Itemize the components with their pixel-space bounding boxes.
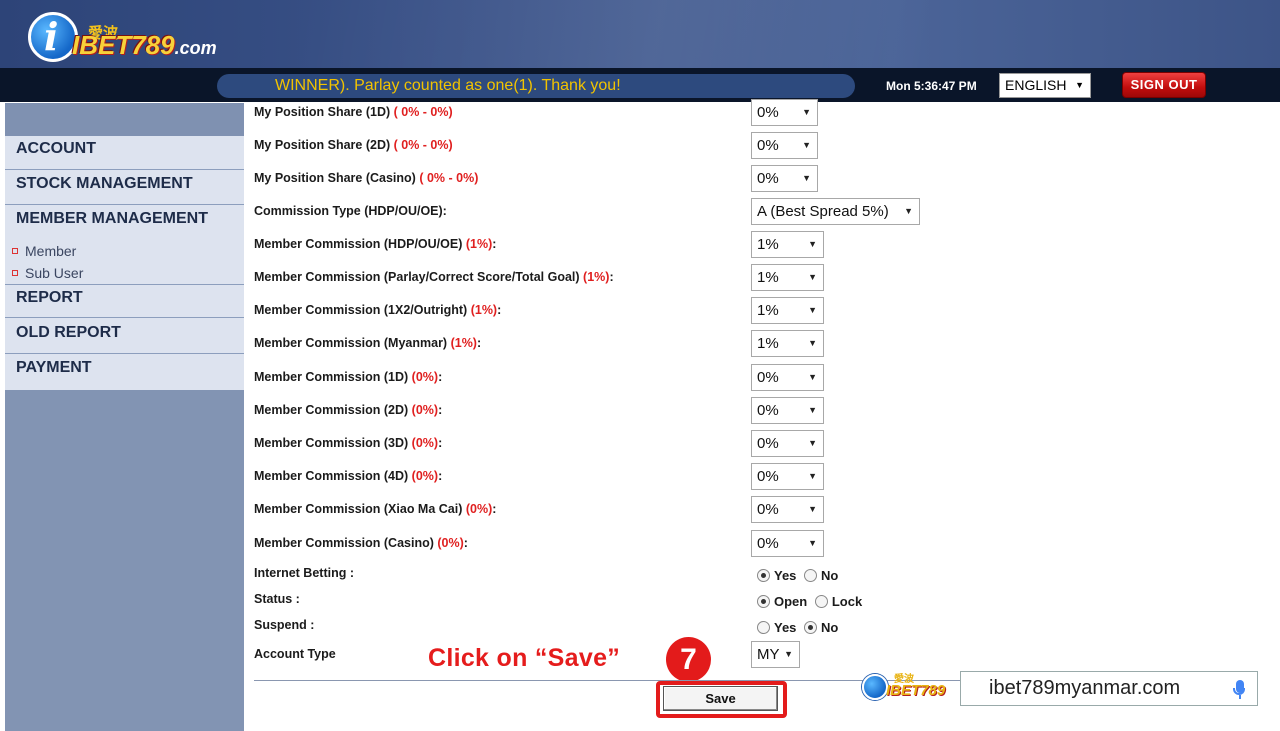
- logo-brand-text: IBET789.com: [72, 30, 217, 60]
- form-row-label: My Position Share (Casino) ( 0% - 0%): [254, 171, 479, 185]
- dropdown-arrow-icon: ▼: [808, 305, 817, 315]
- form-row-label: Member Commission (4D) (0%):: [254, 469, 443, 483]
- form-row-label: Member Commission (Myanmar) (1%):: [254, 336, 482, 350]
- commission-2d-select[interactable]: 0% ▼: [751, 397, 824, 424]
- status-open-radio[interactable]: [757, 595, 770, 608]
- internet-betting-radio-group: Yes No: [757, 568, 838, 583]
- position-share-casino-select[interactable]: 0% ▼: [751, 165, 818, 192]
- form-row-label: Member Commission (3D) (0%):: [254, 436, 443, 450]
- form-row-label: Commission Type (HDP/OU/OE):: [254, 204, 447, 218]
- dropdown-arrow-icon: ▼: [808, 405, 817, 415]
- status-label: Status :: [254, 592, 300, 606]
- commission-4d-select[interactable]: 0% ▼: [751, 463, 824, 490]
- position-share-1d-select[interactable]: 0% ▼: [751, 99, 818, 126]
- internet-betting-yes-radio[interactable]: [757, 569, 770, 582]
- language-value: ENGLISH: [1005, 77, 1067, 93]
- dropdown-arrow-icon: ▼: [808, 272, 817, 282]
- watermark-brand-text: IBET789: [886, 682, 946, 699]
- dropdown-arrow-icon: ▼: [802, 107, 811, 117]
- site-header: i 愛波 IBET789.com: [0, 0, 1280, 68]
- form-row-label: Member Commission (Parlay/Correct Score/…: [254, 270, 614, 284]
- suspend-yes-radio[interactable]: [757, 621, 770, 634]
- internet-betting-label: Internet Betting :: [254, 566, 354, 580]
- announcement-marquee: WINNER). Parlay counted as one(1). Thank…: [217, 74, 855, 98]
- dropdown-arrow-icon: ▼: [904, 206, 913, 216]
- url-search-box[interactable]: ibet789myanmar.com: [960, 671, 1258, 706]
- sidebar-item-stock-management[interactable]: STOCK MANAGEMENT: [5, 171, 244, 205]
- form-row-label: Member Commission (1D) (0%):: [254, 370, 443, 384]
- form-row-label: Member Commission (2D) (0%):: [254, 403, 443, 417]
- form-row-label: Member Commission (HDP/OU/OE) (1%):: [254, 237, 497, 251]
- sidebar-subitem-sub-user[interactable]: Sub User: [12, 265, 83, 281]
- sidebar: ACCOUNT STOCK MANAGEMENT MEMBER MANAGEME…: [5, 103, 244, 731]
- suspend-radio-group: Yes No: [757, 620, 838, 635]
- sidebar-item-old-report[interactable]: OLD REPORT: [5, 320, 244, 354]
- commission-3d-select[interactable]: 0% ▼: [751, 430, 824, 457]
- dropdown-arrow-icon: ▼: [1075, 80, 1084, 90]
- internet-betting-no-radio[interactable]: [804, 569, 818, 582]
- status-lock-radio[interactable]: [814, 595, 828, 608]
- form-row-label: Member Commission (1X2/Outright) (1%):: [254, 303, 502, 317]
- bullet-icon: [12, 248, 18, 254]
- suspend-label: Suspend :: [254, 618, 315, 632]
- status-radio-group: Open Lock: [757, 594, 862, 609]
- commission-parlay-select[interactable]: 1% ▼: [751, 264, 824, 291]
- header-decoration: [300, 0, 1200, 68]
- search-box-text: ibet789myanmar.com: [989, 677, 1181, 699]
- save-button[interactable]: Save: [663, 686, 778, 711]
- form-row-label: Member Commission (Casino) (0%):: [254, 536, 468, 550]
- commission-hdp-select[interactable]: 1% ▼: [751, 231, 824, 258]
- sidebar-item-report[interactable]: REPORT: [5, 284, 244, 318]
- sign-out-button[interactable]: SIGN OUT: [1122, 72, 1206, 98]
- position-share-2d-select[interactable]: 0% ▼: [751, 132, 818, 159]
- commission-1d-select[interactable]: 0% ▼: [751, 364, 824, 391]
- bullet-icon: [12, 270, 18, 276]
- form-divider: [254, 680, 960, 681]
- commission-casino-select[interactable]: 0% ▼: [751, 530, 824, 557]
- dropdown-arrow-icon: ▼: [808, 504, 817, 514]
- instruction-callout: Click on “Save”: [428, 644, 621, 672]
- suspend-no-radio[interactable]: [804, 621, 818, 634]
- sidebar-menu: ACCOUNT STOCK MANAGEMENT MEMBER MANAGEME…: [5, 136, 244, 390]
- account-type-label: Account Type: [254, 647, 336, 661]
- server-clock: Mon 5:36:47 PM: [886, 79, 977, 93]
- dropdown-arrow-icon: ▼: [808, 438, 817, 448]
- microphone-icon[interactable]: [1233, 680, 1245, 699]
- dropdown-arrow-icon: ▼: [808, 538, 817, 548]
- form-row-label: Member Commission (Xiao Ma Cai) (0%):: [254, 502, 497, 516]
- commission-1x2-select[interactable]: 1% ▼: [751, 297, 824, 324]
- dropdown-arrow-icon: ▼: [802, 140, 811, 150]
- logo-i-glyph: i: [44, 14, 59, 59]
- step-number-badge: 7: [666, 637, 711, 682]
- form-row-label: My Position Share (2D) ( 0% - 0%): [254, 138, 453, 152]
- site-logo[interactable]: i 愛波 IBET789.com: [24, 4, 217, 66]
- commission-myanmar-select[interactable]: 1% ▼: [751, 330, 824, 357]
- commission-xiao-ma-cai-select[interactable]: 0% ▼: [751, 496, 824, 523]
- dropdown-arrow-icon: ▼: [808, 372, 817, 382]
- sidebar-header: [5, 103, 244, 136]
- dropdown-arrow-icon: ▼: [808, 239, 817, 249]
- account-type-select[interactable]: MY ▼: [751, 641, 800, 668]
- logo-emblem-icon: [862, 674, 888, 700]
- dropdown-arrow-icon: ▼: [802, 173, 811, 183]
- commission-type-select[interactable]: A (Best Spread 5%) ▼: [751, 198, 920, 225]
- dropdown-arrow-icon: ▼: [808, 338, 817, 348]
- form-row-label: My Position Share (1D) ( 0% - 0%): [254, 105, 453, 119]
- sidebar-subitem-member[interactable]: Member: [12, 243, 76, 259]
- sidebar-item-member-management[interactable]: MEMBER MANAGEMENT: [5, 206, 244, 240]
- dropdown-arrow-icon: ▼: [808, 471, 817, 481]
- watermark-logo: 愛波 IBET789: [862, 670, 952, 706]
- dropdown-arrow-icon: ▼: [784, 649, 793, 659]
- sidebar-item-account[interactable]: ACCOUNT: [5, 136, 244, 170]
- sidebar-item-payment[interactable]: PAYMENT: [5, 355, 244, 389]
- language-select[interactable]: ENGLISH ▼: [999, 73, 1091, 98]
